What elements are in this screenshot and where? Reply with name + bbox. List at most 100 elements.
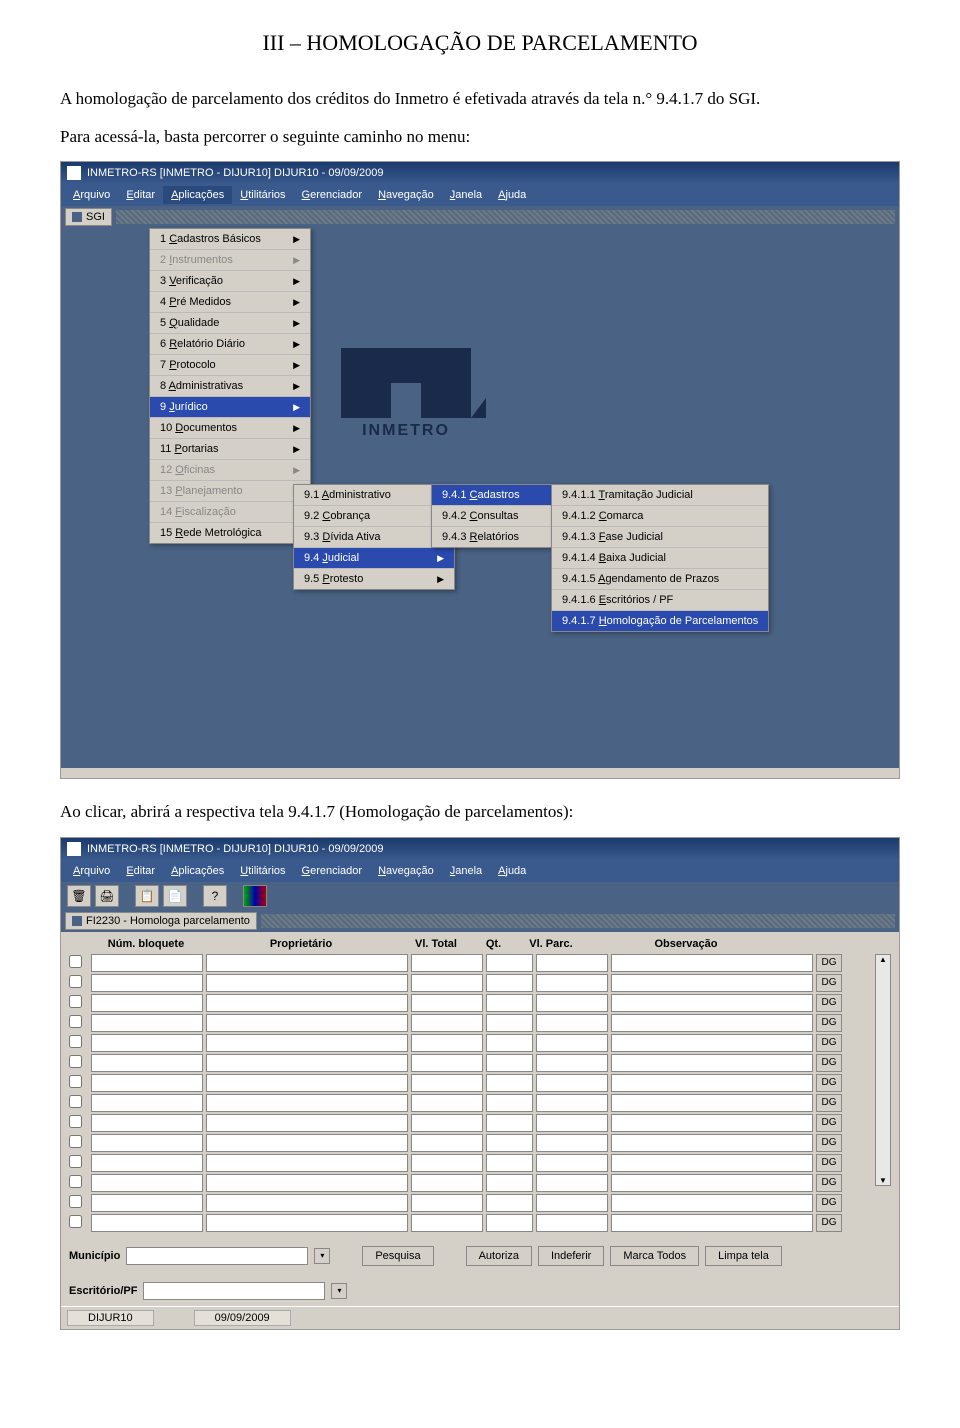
- menu-arquivo[interactable]: Arquivo: [65, 186, 118, 204]
- toolbar-btn-1[interactable]: 🗑: [67, 885, 91, 907]
- menu-editar[interactable]: Editar: [118, 862, 163, 880]
- cell-tot[interactable]: [411, 1194, 483, 1212]
- sgi-tab[interactable]: SGI: [65, 208, 112, 226]
- cell-tot[interactable]: [411, 954, 483, 972]
- cell-prop[interactable]: [206, 954, 408, 972]
- cell-qt[interactable]: [486, 1034, 533, 1052]
- menu-item[interactable]: 9.4 Judicial▶: [294, 548, 454, 569]
- marca-todos-button[interactable]: Marca Todos: [610, 1246, 699, 1266]
- limpa-tela-button[interactable]: Limpa tela: [705, 1246, 782, 1266]
- cell-parc[interactable]: [536, 1194, 608, 1212]
- dg-button[interactable]: DG: [816, 1214, 842, 1232]
- menu-item[interactable]: 2 Instrumentos▶: [150, 250, 310, 271]
- menu-ajuda[interactable]: Ajuda: [490, 862, 534, 880]
- cell-tot[interactable]: [411, 1154, 483, 1172]
- cell-num[interactable]: [91, 1194, 203, 1212]
- dg-button[interactable]: DG: [816, 1054, 842, 1072]
- cell-obs[interactable]: [611, 1214, 813, 1232]
- cell-tot[interactable]: [411, 1014, 483, 1032]
- dg-button[interactable]: DG: [816, 1134, 842, 1152]
- cell-tot[interactable]: [411, 1074, 483, 1092]
- cell-parc[interactable]: [536, 1054, 608, 1072]
- municipio-field[interactable]: [126, 1247, 308, 1265]
- menu-item[interactable]: 15 Rede Metrológica▶: [150, 523, 310, 543]
- dg-button[interactable]: DG: [816, 954, 842, 972]
- cell-parc[interactable]: [536, 1014, 608, 1032]
- cell-parc[interactable]: [536, 1114, 608, 1132]
- menu-item[interactable]: 12 Oficinas▶: [150, 460, 310, 481]
- dg-button[interactable]: DG: [816, 1194, 842, 1212]
- row-checkbox[interactable]: [69, 995, 82, 1008]
- cell-prop[interactable]: [206, 1094, 408, 1112]
- dg-button[interactable]: DG: [816, 1034, 842, 1052]
- escritorio-lov-icon[interactable]: ▾: [331, 1283, 347, 1299]
- cell-obs[interactable]: [611, 1114, 813, 1132]
- pesquisa-button[interactable]: Pesquisa: [362, 1246, 433, 1266]
- cell-parc[interactable]: [536, 1134, 608, 1152]
- menu-item[interactable]: 9.3 Dívida Ativa▶: [294, 527, 454, 548]
- dg-button[interactable]: DG: [816, 974, 842, 992]
- cell-parc[interactable]: [536, 1214, 608, 1232]
- menu-item[interactable]: 3 Verificação▶: [150, 271, 310, 292]
- cell-qt[interactable]: [486, 1134, 533, 1152]
- row-checkbox[interactable]: [69, 1115, 82, 1128]
- cell-prop[interactable]: [206, 1054, 408, 1072]
- cell-obs[interactable]: [611, 1134, 813, 1152]
- cell-prop[interactable]: [206, 1074, 408, 1092]
- menu-aplicações[interactable]: Aplicações: [163, 186, 232, 204]
- cell-num[interactable]: [91, 1094, 203, 1112]
- row-checkbox[interactable]: [69, 1215, 82, 1228]
- cell-tot[interactable]: [411, 1094, 483, 1112]
- escritorio-field[interactable]: [143, 1282, 325, 1300]
- cell-prop[interactable]: [206, 1154, 408, 1172]
- autoriza-button[interactable]: Autoriza: [466, 1246, 532, 1266]
- menu-item[interactable]: 9.4.1.3 Fase Judicial: [552, 527, 768, 548]
- cell-parc[interactable]: [536, 1034, 608, 1052]
- cell-prop[interactable]: [206, 1114, 408, 1132]
- menu-bar[interactable]: ArquivoEditarAplicaçõesUtilitáriosGerenc…: [61, 184, 899, 206]
- dg-button[interactable]: DG: [816, 1154, 842, 1172]
- menu-arquivo[interactable]: Arquivo: [65, 862, 118, 880]
- cell-obs[interactable]: [611, 1014, 813, 1032]
- menu-item[interactable]: 9.4.1.6 Escritórios / PF: [552, 590, 768, 611]
- grid-scrollbar[interactable]: ▲▼: [875, 954, 891, 1186]
- menu-editar[interactable]: Editar: [118, 186, 163, 204]
- cell-num[interactable]: [91, 1174, 203, 1192]
- row-checkbox[interactable]: [69, 1055, 82, 1068]
- menu-item[interactable]: 9 Jurídico▶: [150, 397, 310, 418]
- cell-parc[interactable]: [536, 1094, 608, 1112]
- row-checkbox[interactable]: [69, 1195, 82, 1208]
- indeferir-button[interactable]: Indeferir: [538, 1246, 604, 1266]
- cell-tot[interactable]: [411, 1054, 483, 1072]
- toolbar-btn-3[interactable]: 📋: [135, 885, 159, 907]
- menu-item[interactable]: 13 Planejamento▶: [150, 481, 310, 502]
- cell-obs[interactable]: [611, 994, 813, 1012]
- form-tab[interactable]: FI2230 - Homologa parcelamento: [65, 912, 257, 930]
- cell-tot[interactable]: [411, 1174, 483, 1192]
- menu-item[interactable]: 8 Administrativas▶: [150, 376, 310, 397]
- cell-obs[interactable]: [611, 974, 813, 992]
- dg-button[interactable]: DG: [816, 1074, 842, 1092]
- cell-qt[interactable]: [486, 954, 533, 972]
- menu-item[interactable]: 1 Cadastros Básicos▶: [150, 229, 310, 250]
- menu-utilitários[interactable]: Utilitários: [232, 862, 293, 880]
- row-checkbox[interactable]: [69, 975, 82, 988]
- toolbar-btn-2[interactable]: 🖨: [95, 885, 119, 907]
- cell-obs[interactable]: [611, 1194, 813, 1212]
- toolbar-btn-5[interactable]: ?: [203, 885, 227, 907]
- toolbar-btn-4[interactable]: 📄: [163, 885, 187, 907]
- row-checkbox[interactable]: [69, 1175, 82, 1188]
- cell-parc[interactable]: [536, 994, 608, 1012]
- cell-tot[interactable]: [411, 994, 483, 1012]
- toolbar-btn-exit[interactable]: [243, 885, 267, 907]
- cell-tot[interactable]: [411, 1134, 483, 1152]
- menu-gerenciador[interactable]: Gerenciador: [294, 862, 371, 880]
- menu-item[interactable]: 4 Pré Medidos▶: [150, 292, 310, 313]
- cell-parc[interactable]: [536, 1074, 608, 1092]
- menu-item[interactable]: 7 Protocolo▶: [150, 355, 310, 376]
- cell-num[interactable]: [91, 1034, 203, 1052]
- cell-qt[interactable]: [486, 1014, 533, 1032]
- cell-tot[interactable]: [411, 1114, 483, 1132]
- cell-obs[interactable]: [611, 1034, 813, 1052]
- row-checkbox[interactable]: [69, 1135, 82, 1148]
